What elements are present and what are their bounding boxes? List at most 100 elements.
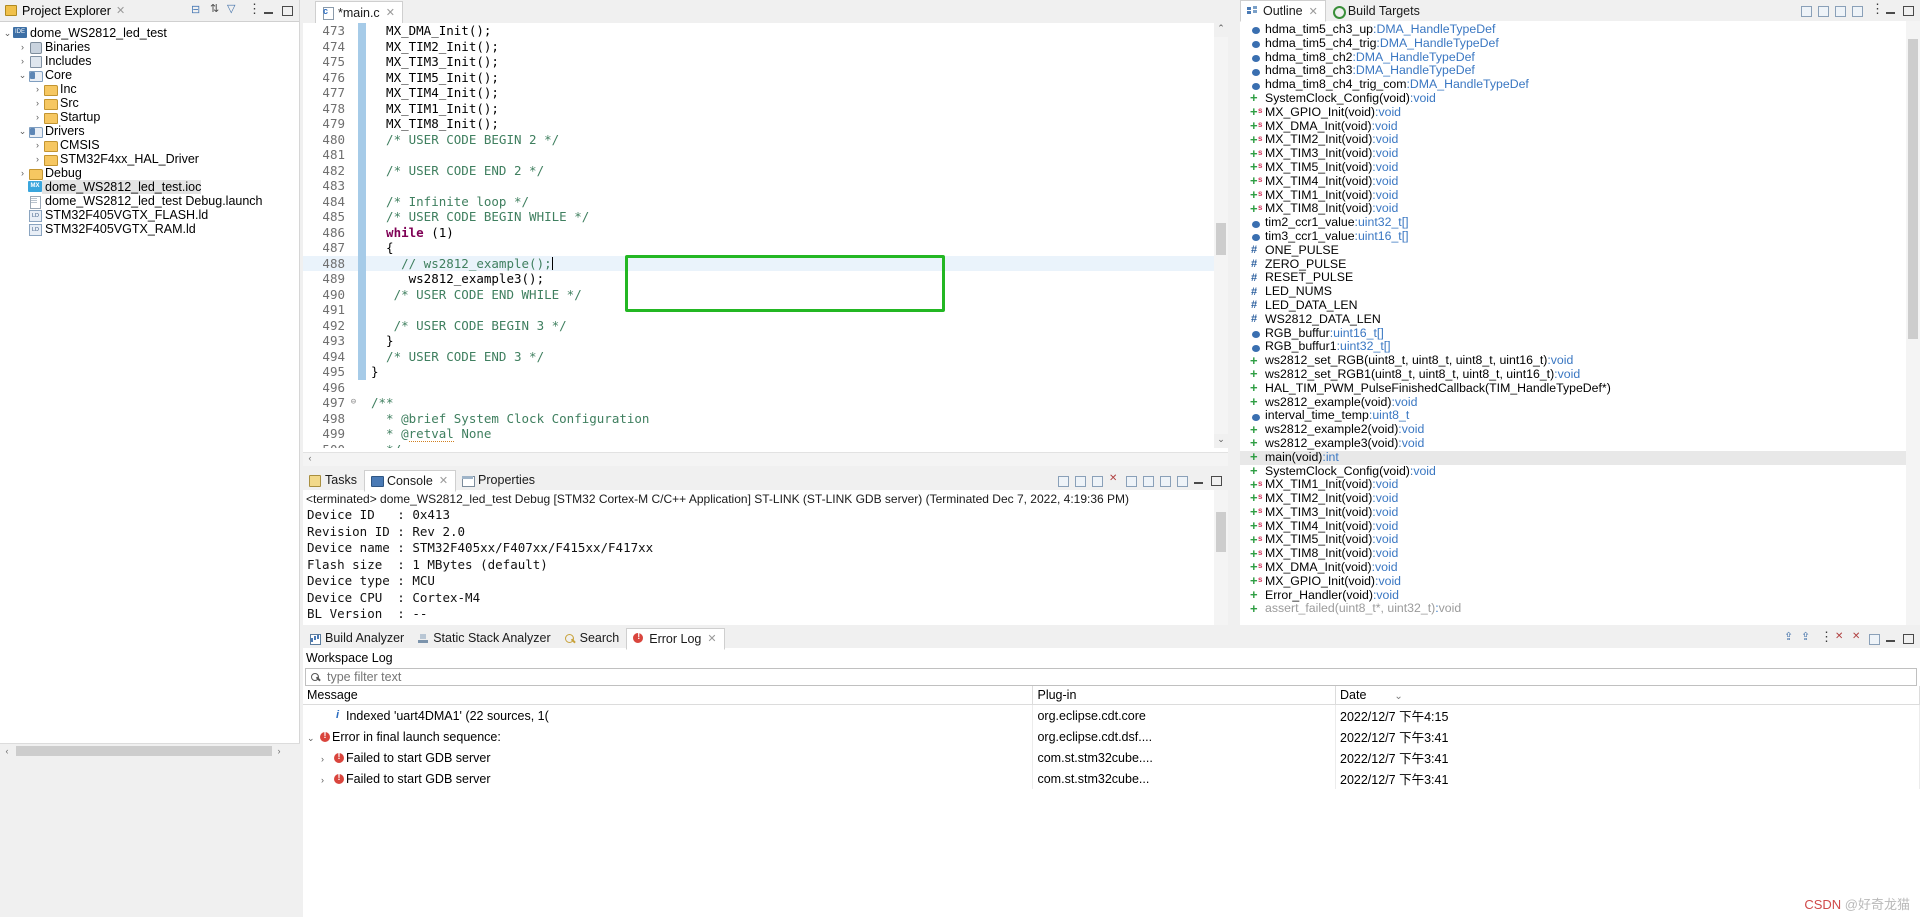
scroll-up-arrow[interactable]: ⌃ — [1214, 23, 1228, 37]
outline-item[interactable]: RGB_buffur1 : uint32_t[] — [1240, 340, 1920, 354]
code-line[interactable]: 489 ws2812_example3(); — [303, 271, 1228, 287]
hscroll-thumb[interactable] — [16, 746, 272, 756]
tree-item[interactable]: ›STM32F4xx_HAL_Driver — [0, 152, 299, 166]
tab-console[interactable]: Console✕ — [364, 470, 456, 492]
scroll-right-arrow[interactable]: › — [272, 746, 286, 756]
outline-item[interactable]: RGB_buffur : uint16_t[] — [1240, 327, 1920, 341]
maximize-icon[interactable] — [1901, 4, 1914, 17]
code-view[interactable]: 473 MX_DMA_Init();474 MX_TIM2_Init();475… — [303, 23, 1228, 448]
fold-collapse-icon[interactable]: ⊖ — [349, 395, 358, 411]
hide-fields-icon[interactable] — [1816, 4, 1829, 17]
minimize-icon[interactable] — [1192, 474, 1205, 487]
console-vscrollbar[interactable] — [1214, 490, 1228, 625]
chevron-right-icon[interactable]: › — [32, 110, 43, 124]
outline-item[interactable]: tim3_ccr1_value : uint16_t[] — [1240, 230, 1920, 244]
chevron-right-icon[interactable]: › — [32, 152, 43, 166]
outline-item[interactable]: MX_DMA_Init(void) : void — [1240, 120, 1920, 134]
scroll-left-arrow[interactable]: ‹ — [0, 746, 14, 756]
console-vscroll-thumb[interactable] — [1216, 512, 1226, 552]
tab-static-stack-analyzer[interactable]: Static Stack Analyzer — [411, 627, 557, 649]
outline-item[interactable]: HAL_TIM_PWM_PulseFinishedCallback(TIM_Ha… — [1240, 382, 1920, 396]
chevron-down-icon[interactable]: ⌄ — [17, 68, 28, 82]
tree-item[interactable]: ›Binaries — [0, 40, 299, 54]
outline-item[interactable]: WS2812_DATA_LEN — [1240, 313, 1920, 327]
minimize-icon[interactable] — [262, 4, 275, 17]
chevron-right-icon[interactable]: › — [17, 40, 28, 54]
code-line[interactable]: 488 // ws2812_example(); — [303, 256, 1228, 272]
code-line[interactable]: 491 — [303, 302, 1228, 318]
hide-static-icon[interactable] — [1833, 4, 1846, 17]
outline-item[interactable]: SystemClock_Config(void) : void — [1240, 465, 1920, 479]
outline-item[interactable]: ws2812_example3(void) : void — [1240, 437, 1920, 451]
code-line[interactable]: 478 MX_TIM1_Init(); — [303, 101, 1228, 117]
outline-item[interactable]: tim2_ccr1_value : uint32_t[] — [1240, 216, 1920, 230]
column-header-plug-in[interactable]: Plug-in — [1033, 686, 1336, 705]
restore-icon[interactable] — [1867, 632, 1880, 645]
table-row[interactable]: ›Failed to start GDB servercom.st.stm32c… — [303, 747, 1920, 768]
code-line[interactable]: 481 — [303, 147, 1228, 163]
outline-list[interactable]: hdma_tim5_ch3_up : DMA_HandleTypeDefhdma… — [1240, 21, 1920, 616]
funnel-icon[interactable] — [226, 4, 239, 17]
outline-item[interactable]: MX_TIM5_Init(void) : void — [1240, 533, 1920, 547]
hide-nonpublic-icon[interactable] — [1850, 4, 1863, 17]
open-console-icon[interactable] — [1175, 474, 1188, 487]
chevron-down-icon[interactable]: ⌄ — [17, 124, 28, 138]
outline-item[interactable]: MX_TIM1_Init(void) : void — [1240, 478, 1920, 492]
code-line[interactable]: 476 MX_TIM5_Init(); — [303, 70, 1228, 86]
delete-icon[interactable] — [1833, 632, 1846, 645]
outline-item[interactable]: MX_TIM3_Init(void) : void — [1240, 147, 1920, 161]
tree-item[interactable]: ⌄Drivers — [0, 124, 299, 138]
editor-hscrollbar[interactable]: ‹ — [303, 452, 1228, 466]
tree-item[interactable]: ⌄Core — [0, 68, 299, 82]
display-selected-icon[interactable] — [1158, 474, 1171, 487]
code-line[interactable]: 500 */ — [303, 442, 1228, 449]
outline-item[interactable]: hdma_tim5_ch4_trig : DMA_HandleTypeDef — [1240, 37, 1920, 51]
tree-item[interactable]: ›CMSIS — [0, 138, 299, 152]
scroll-left-arrow[interactable]: ‹ — [303, 453, 317, 463]
chevron-right-icon[interactable]: › — [32, 138, 43, 152]
maximize-icon[interactable] — [1901, 632, 1914, 645]
tree-item[interactable]: ›Inc — [0, 82, 299, 96]
table-body[interactable]: Indexed 'uart4DMA1' (22 sources, 1(org.e… — [303, 705, 1920, 790]
column-header-date[interactable]: Date⌄ — [1336, 686, 1920, 705]
maximize-icon[interactable] — [1209, 474, 1222, 487]
delete-all-icon[interactable] — [1850, 632, 1863, 645]
code-line[interactable]: 474 MX_TIM2_Init(); — [303, 39, 1228, 55]
outline-item[interactable]: MX_TIM1_Init(void) : void — [1240, 189, 1920, 203]
tab-build-targets[interactable]: Build Targets — [1326, 0, 1427, 22]
tab-main-c[interactable]: *main.c ✕ — [315, 1, 403, 23]
table-row[interactable]: Indexed 'uart4DMA1' (22 sources, 1(org.e… — [303, 705, 1920, 727]
outline-item[interactable]: MX_TIM2_Init(void) : void — [1240, 133, 1920, 147]
outline-item[interactable]: MX_TIM4_Init(void) : void — [1240, 175, 1920, 189]
code-line[interactable]: 499 * @retval None — [303, 426, 1228, 442]
outline-item[interactable]: MX_TIM4_Init(void) : void — [1240, 520, 1920, 534]
chevron-right-icon[interactable]: › — [32, 96, 43, 110]
chevron-right-icon[interactable]: › — [17, 54, 28, 68]
outline-item[interactable]: MX_DMA_Init(void) : void — [1240, 561, 1920, 575]
minimize-icon[interactable] — [1884, 4, 1897, 17]
outline-item[interactable]: ONE_PULSE — [1240, 244, 1920, 258]
code-line[interactable]: 473 MX_DMA_Init(); — [303, 23, 1228, 39]
chevron-right-icon[interactable]: › — [32, 82, 43, 96]
tree-item[interactable]: ›Debug — [0, 166, 299, 180]
table-row[interactable]: ⌄Error in final launch sequence:org.ecli… — [303, 726, 1920, 747]
scroll-lock-icon[interactable] — [1124, 474, 1137, 487]
code-line[interactable]: 493 } — [303, 333, 1228, 349]
tree-item[interactable]: ⌄dome_WS2812_led_test — [0, 26, 299, 40]
outline-item[interactable]: Error_Handler(void) : void — [1240, 589, 1920, 603]
clear-icon[interactable] — [1107, 474, 1120, 487]
chevron-down-icon[interactable]: ⌄ — [2, 26, 13, 40]
tree-item[interactable]: ›Src — [0, 96, 299, 110]
outline-item[interactable]: MX_TIM5_Init(void) : void — [1240, 161, 1920, 175]
editor-vscroll-thumb[interactable] — [1216, 223, 1226, 255]
outline-vscrollbar[interactable] — [1906, 21, 1920, 625]
view-menu-icon[interactable] — [1816, 632, 1829, 645]
code-line[interactable]: 487 { — [303, 240, 1228, 256]
code-line[interactable]: 490 /* USER CODE END WHILE */ — [303, 287, 1228, 303]
code-line[interactable]: 482 /* USER CODE END 2 */ — [303, 163, 1228, 179]
tree-item[interactable]: ›Includes — [0, 54, 299, 68]
tab-tasks[interactable]: Tasks — [303, 469, 364, 491]
tree-item[interactable]: STM32F405VGTX_RAM.ld — [0, 222, 299, 236]
outline-item[interactable]: ws2812_set_RGB(uint8_t, uint8_t, uint8_t… — [1240, 354, 1920, 368]
close-icon[interactable]: ✕ — [386, 6, 395, 19]
